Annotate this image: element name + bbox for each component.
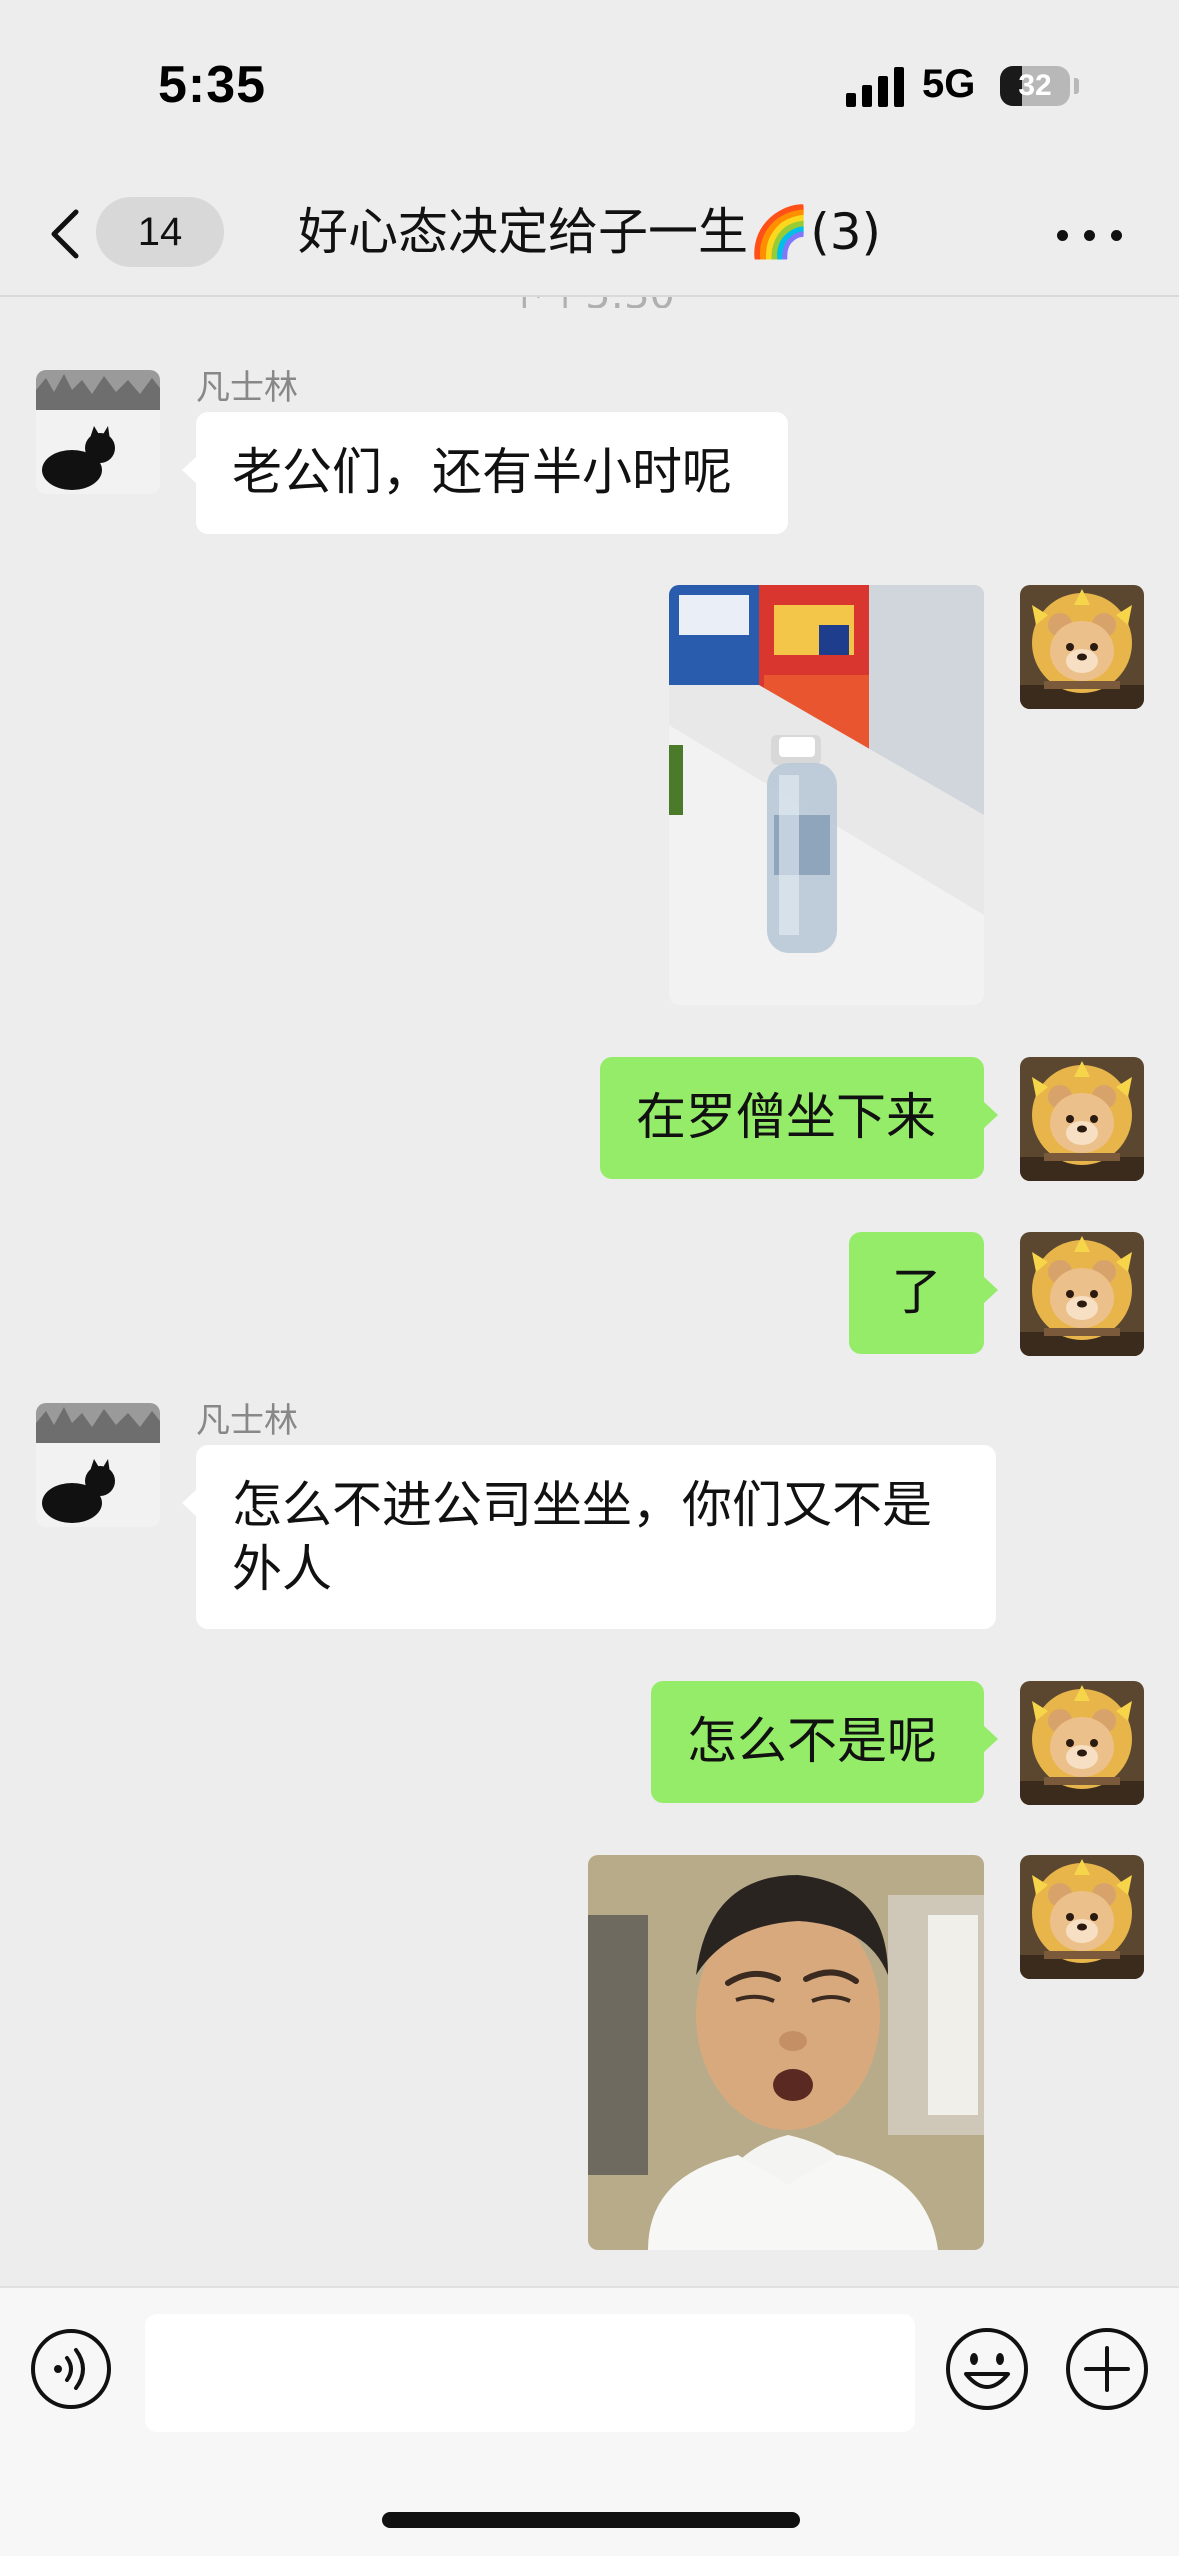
battery-cap <box>1074 78 1079 94</box>
home-indicator[interactable] <box>382 2512 800 2528</box>
sender-avatar[interactable] <box>36 1403 160 1527</box>
back-button[interactable]: 14 <box>40 195 224 270</box>
chat-screen: 5:35 5G 32 14 好心态决定给子一生🌈(3) 下午5 <box>0 0 1179 2556</box>
image-message[interactable] <box>669 585 984 1005</box>
unread-count-badge: 14 <box>96 197 224 267</box>
sender-name: 凡士林 <box>196 1401 298 1441</box>
my-avatar[interactable] <box>1020 585 1144 709</box>
sender-avatar[interactable] <box>36 370 160 494</box>
message-bubble[interactable]: 了 <box>849 1232 998 1354</box>
voice-input-button[interactable] <box>30 2328 112 2410</box>
message-bubble[interactable]: 在罗僧坐下来 <box>600 1057 998 1179</box>
battery-level: 32 <box>1018 69 1052 102</box>
man-meme-sticker <box>588 1855 984 2250</box>
black-cat-avatar-icon <box>36 370 160 494</box>
bear-avatar-icon <box>1020 1681 1144 1805</box>
ellipsis-icon <box>1111 230 1122 241</box>
message-bubble[interactable]: 怎么不进公司坐坐，你们又不是外人 <box>182 1445 996 1629</box>
sender-name: 凡士林 <box>196 368 298 408</box>
network-type: 5G <box>922 62 976 106</box>
status-bar: 5:35 5G 32 <box>0 0 1179 170</box>
ellipsis-icon <box>1057 230 1068 241</box>
status-time: 5:35 <box>158 56 267 114</box>
cellular-signal-icon <box>846 67 904 107</box>
my-avatar[interactable] <box>1020 1057 1144 1181</box>
black-cat-avatar-icon <box>36 1403 160 1527</box>
voice-icon <box>31 2329 111 2409</box>
image-message[interactable] <box>588 1855 984 2250</box>
emoji-button[interactable] <box>944 2326 1030 2412</box>
bear-avatar-icon <box>1020 1855 1144 1979</box>
message-bubble[interactable]: 老公们，还有半小时呢 <box>182 412 788 534</box>
ellipsis-icon <box>1084 230 1095 241</box>
chat-header: 14 好心态决定给子一生🌈(3) <box>0 170 1179 297</box>
plus-circle-icon <box>1066 2328 1148 2410</box>
bear-avatar-icon <box>1020 585 1144 709</box>
bear-avatar-icon <box>1020 1232 1144 1356</box>
chevron-left-icon <box>51 209 79 259</box>
emoji-icon <box>946 2328 1028 2410</box>
message-input[interactable] <box>145 2314 915 2432</box>
my-avatar[interactable] <box>1020 1232 1144 1356</box>
more-options-button[interactable] <box>1055 215 1125 255</box>
battery-icon: 32 <box>1000 66 1070 106</box>
my-avatar[interactable] <box>1020 1855 1144 1979</box>
bear-avatar-icon <box>1020 1057 1144 1181</box>
water-bottle-photo <box>669 585 984 1005</box>
my-avatar[interactable] <box>1020 1681 1144 1805</box>
message-bubble[interactable]: 怎么不是呢 <box>651 1681 998 1803</box>
chat-title: 好心态决定给子一生🌈(3) <box>297 203 882 261</box>
more-functions-button[interactable] <box>1064 2326 1150 2412</box>
